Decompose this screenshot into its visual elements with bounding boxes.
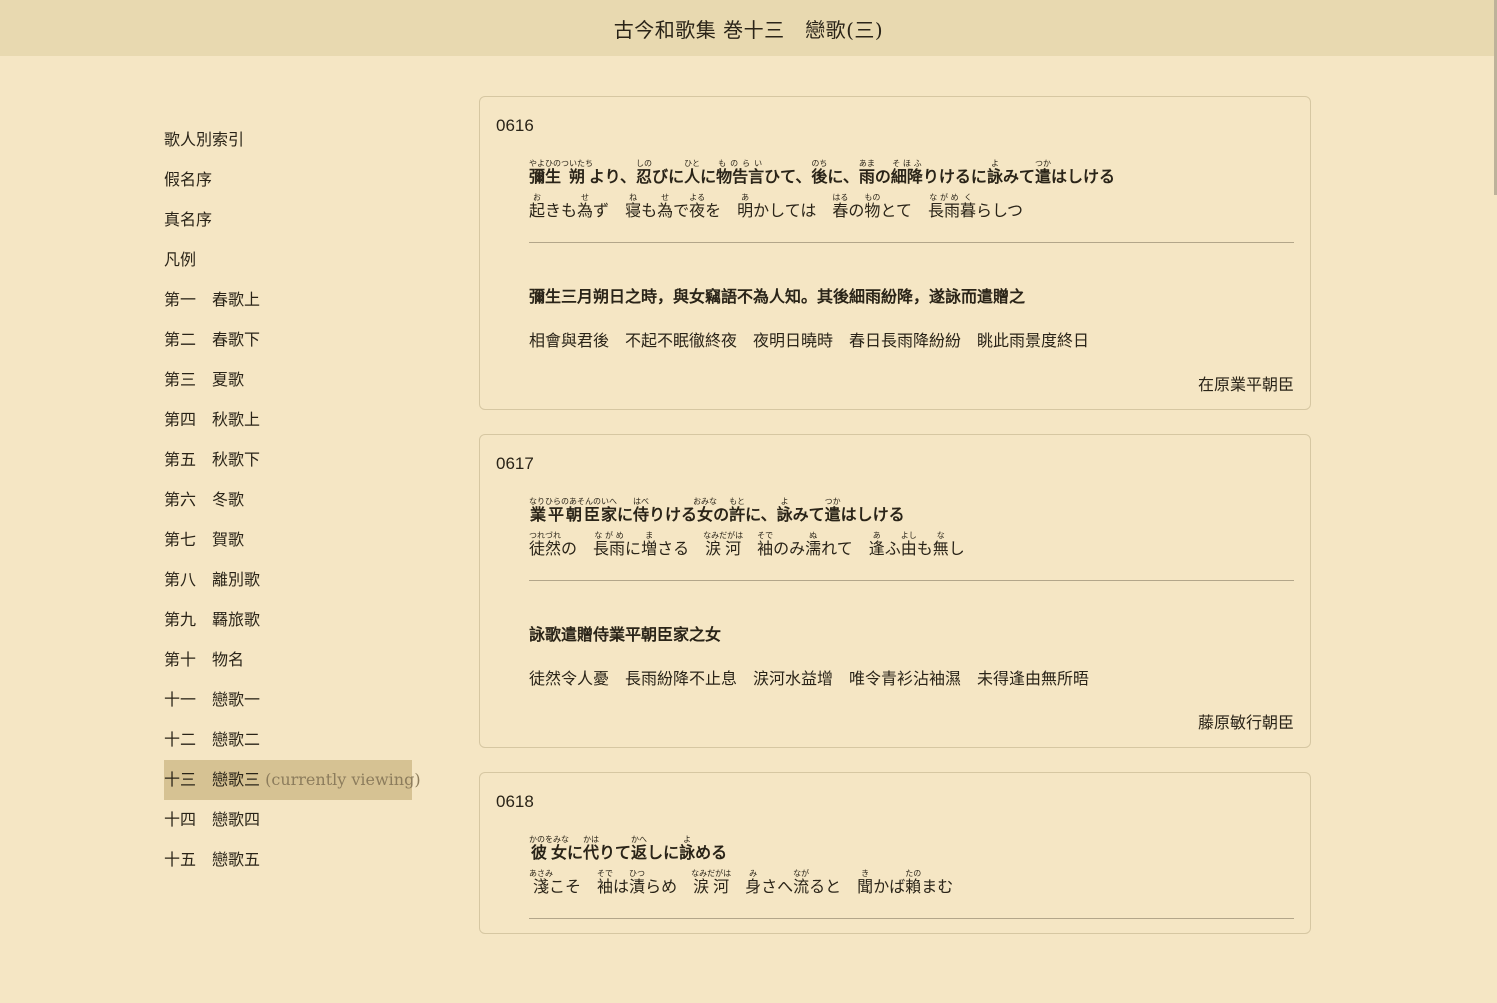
sidebar-item-label: 凡例: [164, 250, 197, 269]
sidebar-item[interactable]: 第七 賀歌: [164, 520, 414, 560]
japanese-text: 彌生やよひの朔ついたちより、忍しのびに人ひとに物告言ものらいひて、後のちに、雨あ…: [496, 156, 1294, 224]
poem-verse: 徒然つれづれの 長雨ながめに増まさる 涙河なみだがは 袖そでのみ濡ぬれて 逢あふ…: [529, 531, 965, 559]
sidebar-item-number: 十三: [164, 770, 197, 789]
sidebar-item[interactable]: 十二 戀歌二: [164, 720, 414, 760]
sidebar-item[interactable]: 十三 戀歌三 (currently viewing): [164, 760, 421, 800]
sidebar-item-label: 戀歌三: [212, 770, 261, 789]
sidebar-item[interactable]: 第六 冬歌: [164, 480, 414, 520]
poem-card: 0616 彌生やよひの朔ついたちより、忍しのびに人ひとに物告言ものらいひて、後のち…: [479, 96, 1311, 410]
sidebar-item-number: 第四: [164, 410, 197, 429]
sidebar-item[interactable]: 假名序: [164, 160, 414, 200]
poem-author[interactable]: 在原業平朝臣: [496, 371, 1294, 395]
sidebar-item-number: 第三: [164, 370, 197, 389]
sidebar-item-label: 歌人別索引: [164, 130, 245, 149]
sidebar-item-number: 第二: [164, 330, 197, 349]
translation-text: 相會與君後 不起不眠徹終夜 夜明日曉時 春日長雨降紛紛 眺此雨景度終日: [529, 331, 1090, 350]
sidebar-item-number: 十四: [164, 810, 197, 829]
sidebar-item-label: 春歌上: [212, 290, 261, 309]
sidebar-item-label: 戀歌一: [212, 690, 261, 709]
poem-card: 0618 彼女かのをみなに代かはりて返かへしに詠よめる淺あさみこそ 袖そでは漬ひつ…: [479, 772, 1311, 934]
poem-author[interactable]: 藤原敏行朝臣: [496, 709, 1294, 733]
sidebar-item-number: 十一: [164, 690, 197, 709]
sidebar-item-number: 第九: [164, 610, 197, 629]
sidebar-item[interactable]: 第五 秋歌下: [164, 440, 414, 480]
sidebar-item-label: 物名: [212, 650, 245, 669]
sidebar-item-number: 十二: [164, 730, 197, 749]
sidebar-item-number: 第六: [164, 490, 197, 509]
sidebar-item[interactable]: 第四 秋歌上: [164, 400, 414, 440]
translation-title: 彌生三月朔日之時，與女竊語不為人知。其後細雨紛降，遂詠而遣贈之: [529, 287, 1026, 306]
chinese-translation: 彌生三月朔日之時，與女竊語不為人知。其後細雨紛降，遂詠而遣贈之相會與君後 不起不…: [496, 283, 1294, 351]
sidebar-item[interactable]: 十一 戀歌一: [164, 680, 414, 720]
sidebar-item-label: 夏歌: [212, 370, 245, 389]
poem-verse: 淺あさみこそ 袖そでは漬ひつらめ 涙河なみだがは 身みさへ流ながると 聞きかば賴…: [529, 869, 954, 897]
sidebar-item[interactable]: 第二 春歌下: [164, 320, 414, 360]
sidebar-item-number: 第十: [164, 650, 197, 669]
sidebar-item-label: 假名序: [164, 170, 213, 189]
sidebar-item-label: 羇旅歌: [212, 610, 261, 629]
sidebar-item-number: 第七: [164, 530, 197, 549]
sidebar-item-label: 春歌下: [212, 330, 261, 349]
sidebar-item[interactable]: 十五 戀歌五: [164, 840, 414, 880]
sidebar-item-label: 戀歌二: [212, 730, 261, 749]
sidebar-item[interactable]: 第三 夏歌: [164, 360, 414, 400]
divider: [529, 242, 1294, 243]
current-indicator: (currently viewing): [265, 770, 421, 789]
divider: [529, 918, 1294, 919]
translation-title: 詠歌遣贈侍業平朝臣家之女: [529, 625, 722, 644]
sidebar-item-label: 冬歌: [212, 490, 245, 509]
sidebar-item[interactable]: 凡例: [164, 240, 414, 280]
poem-number: 0617: [496, 454, 534, 473]
sidebar-item-number: 第一: [164, 290, 197, 309]
sidebar-item[interactable]: 十四 戀歌四: [164, 800, 414, 840]
poem-preface: 業平朝臣なりひらのあそんの家いへに侍はべりける女おみなの許もとに、詠よみて遣つか…: [529, 497, 905, 525]
poem-preface: 彼女かのをみなに代かはりて返かへしに詠よめる: [529, 835, 728, 863]
sidebar-item-label: 戀歌五: [212, 850, 261, 869]
page-header: 古今和歌集 巻十三 戀歌(三): [0, 0, 1497, 56]
chinese-translation: 詠歌遣贈侍業平朝臣家之女徒然令人憂 長雨紛降不止息 涙河水益增 唯令青衫沾袖濕 …: [496, 621, 1294, 689]
sidebar-item-label: 秋歌下: [212, 450, 261, 469]
sidebar-item[interactable]: 第九 羇旅歌: [164, 600, 414, 640]
sidebar-item-label: 真名序: [164, 210, 213, 229]
sidebar-item[interactable]: 真名序: [164, 200, 414, 240]
page-title: 古今和歌集 巻十三 戀歌(三): [613, 17, 884, 42]
sidebar-nav: 歌人別索引 假名序 真名序 凡例 第一 春歌上 第二 春歌下 第三 夏歌 第四 秋歌上 第五 秋歌下 第六冬…: [164, 120, 421, 880]
poem-list: 0616 彌生やよひの朔ついたちより、忍しのびに人ひとに物告言ものらいひて、後のち…: [479, 96, 1311, 958]
sidebar-item[interactable]: 第一 春歌上: [164, 280, 414, 320]
sidebar-item-label: 秋歌上: [212, 410, 261, 429]
poem-number: 0618: [496, 792, 534, 811]
divider: [529, 580, 1294, 581]
translation-text: 徒然令人憂 長雨紛降不止息 涙河水益增 唯令青衫沾袖濕 未得逢由無所晤: [529, 669, 1090, 688]
japanese-text: 業平朝臣なりひらのあそんの家いへに侍はべりける女おみなの許もとに、詠よみて遣つか…: [496, 494, 1294, 562]
japanese-text: 彼女かのをみなに代かはりて返かへしに詠よめる淺あさみこそ 袖そでは漬ひつらめ 涙…: [496, 832, 1294, 900]
poem-verse: 起おきも為せず 寝ねも為せで夜よるを 明あかしては 春はるの物ものとて 長雨なが…: [529, 193, 1024, 221]
sidebar-item-number: 第八: [164, 570, 197, 589]
sidebar-item-label: 戀歌四: [212, 810, 261, 829]
poem-number: 0616: [496, 116, 534, 135]
sidebar-item-label: 離別歌: [212, 570, 261, 589]
sidebar-item-label: 賀歌: [212, 530, 245, 549]
poem-card: 0617 業平朝臣なりひらのあそんの家いへに侍はべりける女おみなの許もとに、詠よみ…: [479, 434, 1311, 748]
poem-preface: 彌生やよひの朔ついたちより、忍しのびに人ひとに物告言ものらいひて、後のちに、雨あ…: [529, 159, 1115, 187]
sidebar-item-number: 第五: [164, 450, 197, 469]
sidebar-item[interactable]: 歌人別索引: [164, 120, 414, 160]
sidebar-item-number: 十五: [164, 850, 197, 869]
sidebar-item[interactable]: 第八 離別歌: [164, 560, 414, 600]
sidebar-item[interactable]: 第十 物名: [164, 640, 414, 680]
